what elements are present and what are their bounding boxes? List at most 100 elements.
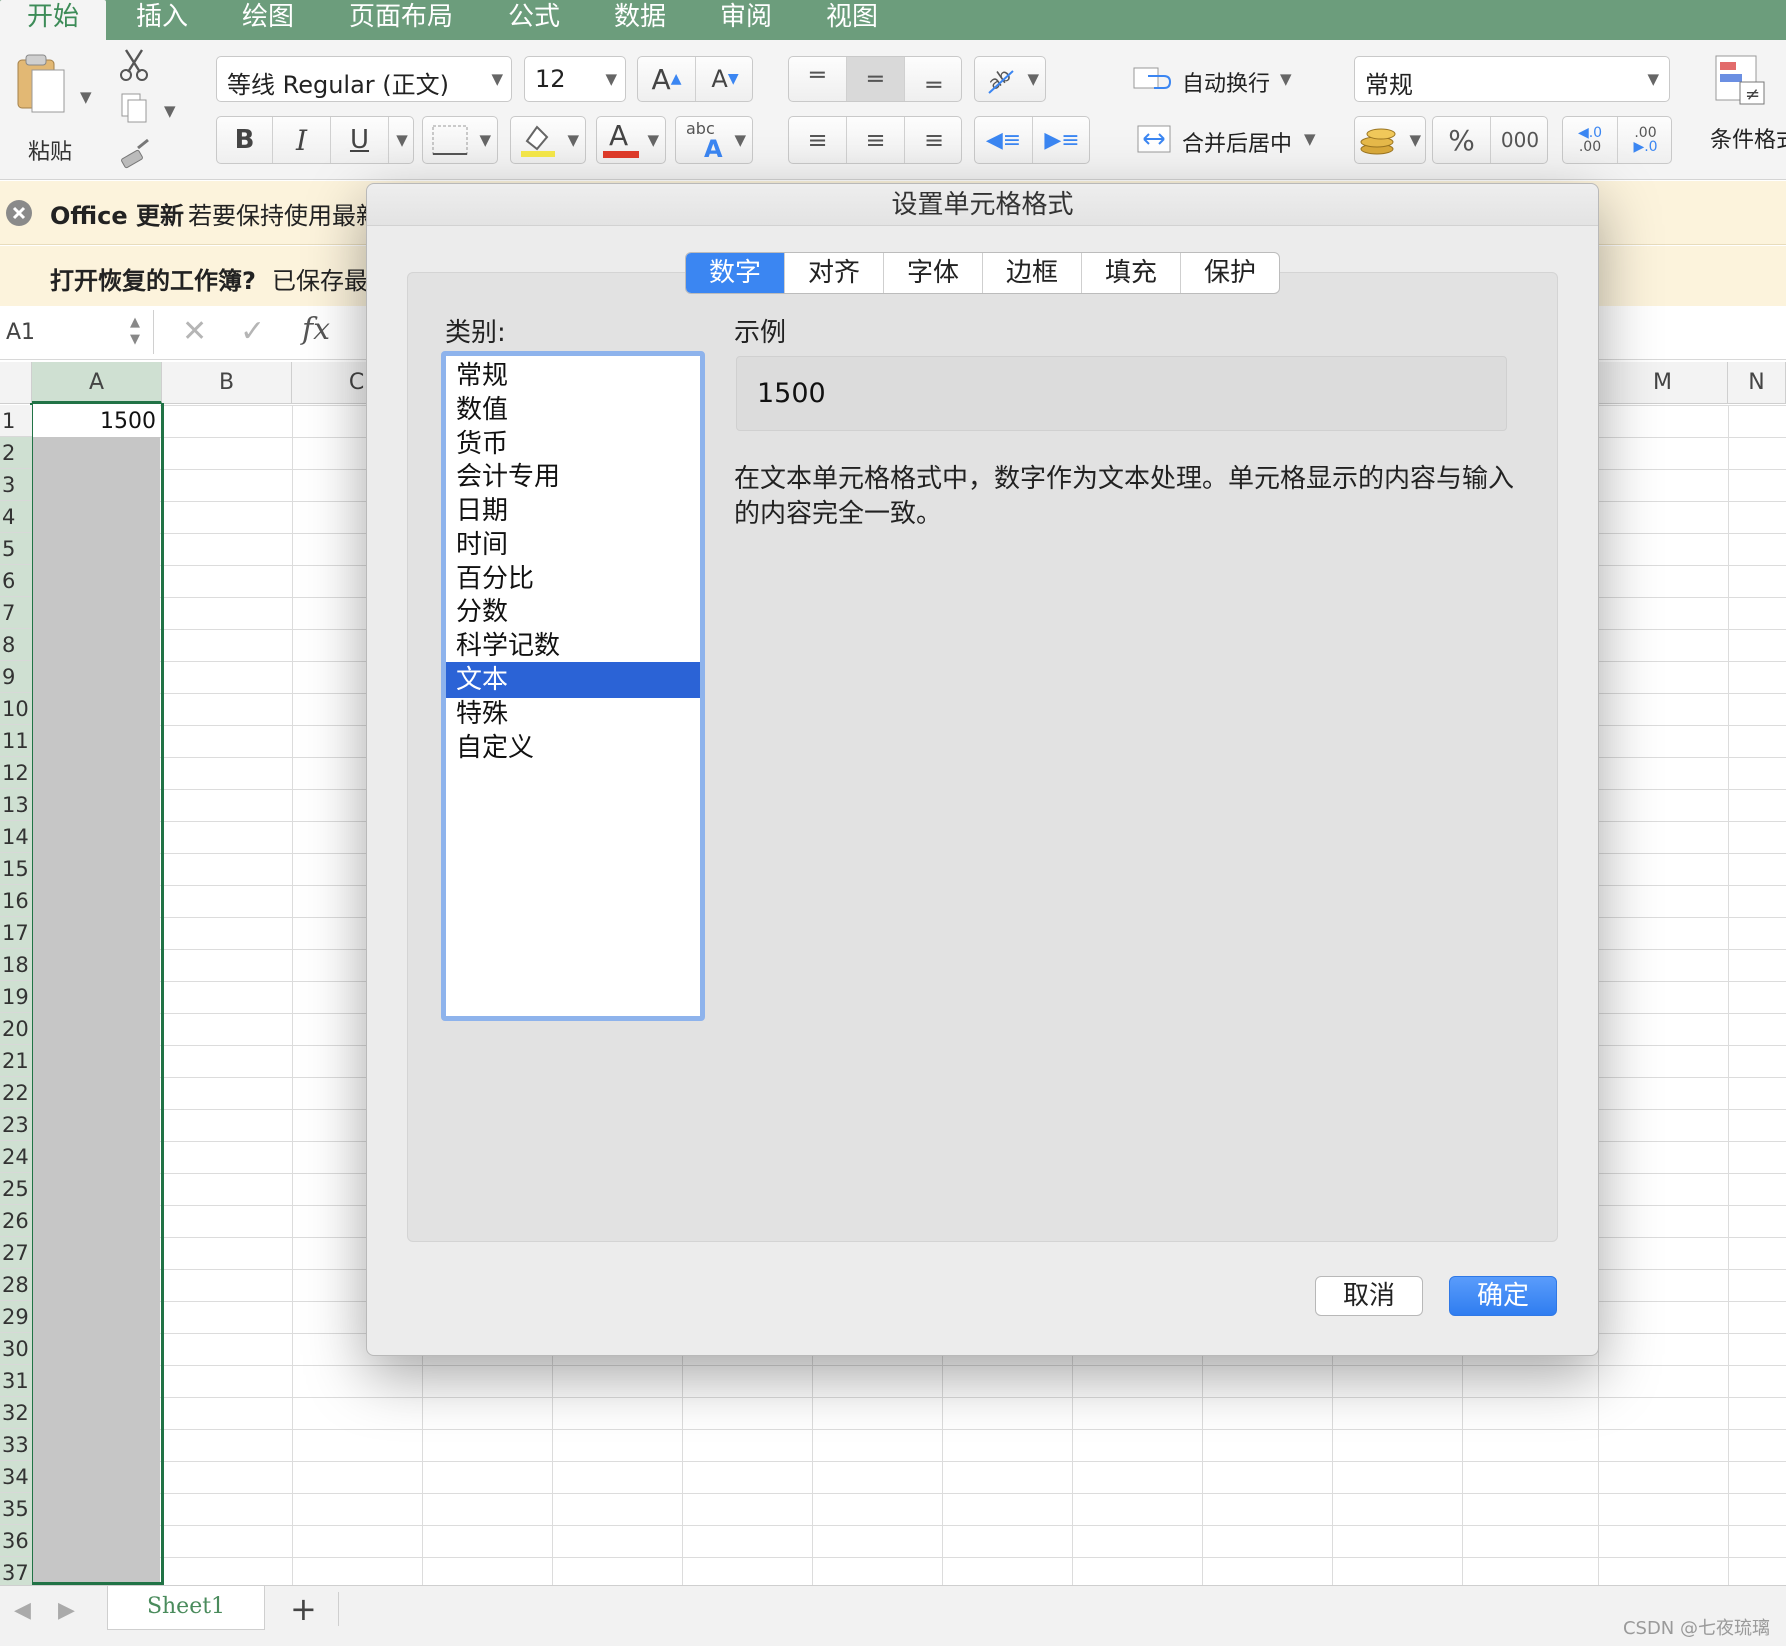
align-center-button[interactable]: ≡ bbox=[847, 117, 905, 163]
tab-view[interactable]: 视图 bbox=[802, 0, 902, 40]
decrease-decimal-button[interactable]: .00 ▶.0 bbox=[1618, 117, 1673, 163]
row-header[interactable]: 10 bbox=[0, 693, 32, 725]
row-header[interactable]: 34 bbox=[0, 1461, 32, 1493]
format-painter-icon[interactable] bbox=[118, 136, 152, 170]
decrease-font-size-button[interactable]: A ▼ bbox=[696, 57, 754, 101]
phonetic-button[interactable]: abc A ▼ bbox=[675, 116, 753, 164]
align-top-button[interactable]: ═ bbox=[789, 57, 847, 101]
row-header[interactable]: 32 bbox=[0, 1397, 32, 1429]
increase-decimal-button[interactable]: ◀.0.00 bbox=[1563, 117, 1618, 163]
tab-review[interactable]: 审阅 bbox=[696, 0, 796, 40]
paste-dropdown-icon[interactable]: ▼ bbox=[80, 88, 92, 106]
tab-formulas[interactable]: 公式 bbox=[484, 0, 584, 40]
copy-dropdown-icon[interactable]: ▼ bbox=[164, 102, 176, 120]
row-header[interactable]: 8 bbox=[0, 629, 32, 661]
align-middle-button[interactable]: ═ bbox=[847, 57, 905, 101]
tab-protection[interactable]: 保护 bbox=[1181, 253, 1279, 293]
prev-sheet-icon[interactable]: ◀ bbox=[14, 1598, 31, 1623]
row-header[interactable]: 15 bbox=[0, 853, 32, 885]
name-box-stepper-icon[interactable]: ▲ ▼ bbox=[130, 314, 140, 348]
row-header[interactable]: 5 bbox=[0, 533, 32, 565]
cancel-formula-icon[interactable]: ✕ bbox=[182, 314, 207, 349]
row-header[interactable]: 17 bbox=[0, 917, 32, 949]
row-header[interactable]: 22 bbox=[0, 1077, 32, 1109]
percent-style-button[interactable]: % bbox=[1433, 117, 1491, 163]
comma-style-button[interactable]: 000 bbox=[1491, 117, 1549, 163]
category-general[interactable]: 常规 bbox=[446, 358, 700, 394]
row-header[interactable]: 12 bbox=[0, 757, 32, 789]
category-number[interactable]: 数值 bbox=[446, 392, 700, 428]
row-header[interactable]: 19 bbox=[0, 981, 32, 1013]
category-percentage[interactable]: 百分比 bbox=[446, 561, 700, 597]
row-header[interactable]: 20 bbox=[0, 1013, 32, 1045]
align-right-button[interactable]: ≡ bbox=[905, 117, 963, 163]
accounting-format-button[interactable]: ▼ bbox=[1354, 116, 1426, 164]
row-header[interactable]: 30 bbox=[0, 1333, 32, 1365]
underline-dropdown-button[interactable]: ▼ bbox=[389, 117, 415, 163]
row-header[interactable]: 23 bbox=[0, 1109, 32, 1141]
row-header[interactable]: 29 bbox=[0, 1301, 32, 1333]
row-header[interactable]: 2 bbox=[0, 437, 32, 469]
borders-button[interactable]: ▼ bbox=[422, 116, 498, 164]
row-header[interactable]: 21 bbox=[0, 1045, 32, 1077]
column-header-b[interactable]: B bbox=[162, 362, 292, 404]
scissors-icon[interactable] bbox=[118, 48, 150, 82]
row-header[interactable]: 14 bbox=[0, 821, 32, 853]
tab-data[interactable]: 数据 bbox=[590, 0, 690, 40]
row-header[interactable]: 6 bbox=[0, 565, 32, 597]
category-scientific[interactable]: 科学记数 bbox=[446, 628, 700, 664]
tab-draw[interactable]: 绘图 bbox=[218, 0, 318, 40]
tab-insert[interactable]: 插入 bbox=[112, 0, 212, 40]
add-sheet-button[interactable]: + bbox=[290, 1590, 317, 1628]
ok-button[interactable]: 确定 bbox=[1449, 1276, 1557, 1316]
row-header[interactable]: 4 bbox=[0, 501, 32, 533]
row-header[interactable]: 13 bbox=[0, 789, 32, 821]
row-header[interactable]: 3 bbox=[0, 469, 32, 501]
column-header-a[interactable]: A bbox=[32, 362, 162, 404]
increase-indent-button[interactable]: ▶≡ bbox=[1033, 117, 1091, 163]
number-format-select[interactable]: 常规 ▼ bbox=[1354, 56, 1670, 102]
cancel-button[interactable]: 取消 bbox=[1315, 1276, 1423, 1316]
row-header[interactable]: 11 bbox=[0, 725, 32, 757]
font-size-select[interactable]: 12 ▼ bbox=[524, 56, 626, 102]
category-fraction[interactable]: 分数 bbox=[446, 594, 700, 630]
row-header[interactable]: 33 bbox=[0, 1429, 32, 1461]
row-header[interactable]: 35 bbox=[0, 1493, 32, 1525]
row-header[interactable]: 18 bbox=[0, 949, 32, 981]
row-header[interactable]: 26 bbox=[0, 1205, 32, 1237]
align-bottom-button[interactable]: ═ bbox=[905, 57, 963, 101]
confirm-formula-icon[interactable]: ✓ bbox=[240, 314, 265, 349]
underline-button[interactable]: U bbox=[331, 117, 389, 163]
category-special[interactable]: 特殊 bbox=[446, 696, 700, 732]
column-header-n[interactable]: N bbox=[1728, 362, 1786, 404]
category-time[interactable]: 时间 bbox=[446, 527, 700, 563]
insert-function-icon[interactable]: fx bbox=[302, 312, 330, 347]
conditional-format-button[interactable]: ≠ 条件格式 bbox=[1702, 52, 1786, 164]
tab-fill[interactable]: 填充 bbox=[1082, 253, 1181, 293]
copy-icon[interactable] bbox=[118, 92, 150, 126]
orientation-button[interactable]: ab ▼ bbox=[974, 56, 1046, 102]
sheet-tab-sheet1[interactable]: Sheet1 bbox=[107, 1586, 265, 1630]
category-date[interactable]: 日期 bbox=[446, 493, 700, 529]
bold-button[interactable]: B bbox=[217, 117, 273, 163]
row-header[interactable]: 9 bbox=[0, 661, 32, 693]
category-list[interactable]: 常规 数值 货币 会计专用 日期 时间 百分比 分数 科学记数 文本 特殊 自定… bbox=[441, 351, 705, 1021]
tab-font[interactable]: 字体 bbox=[884, 253, 983, 293]
font-name-select[interactable]: 等线 Regular (正文) ▼ bbox=[216, 56, 512, 102]
row-header[interactable]: 36 bbox=[0, 1525, 32, 1557]
increase-font-size-button[interactable]: A ▲ bbox=[638, 57, 696, 101]
row-header[interactable]: 7 bbox=[0, 597, 32, 629]
align-left-button[interactable]: ≡ bbox=[789, 117, 847, 163]
italic-button[interactable]: I bbox=[273, 117, 331, 163]
category-currency[interactable]: 货币 bbox=[446, 426, 700, 462]
select-all-corner[interactable] bbox=[0, 362, 32, 404]
tab-number[interactable]: 数字 bbox=[686, 253, 785, 293]
row-header[interactable]: 25 bbox=[0, 1173, 32, 1205]
fill-color-button[interactable]: ▼ bbox=[510, 116, 586, 164]
row-header[interactable]: 28 bbox=[0, 1269, 32, 1301]
category-custom[interactable]: 自定义 bbox=[446, 730, 700, 766]
paste-button[interactable]: ▼ 粘贴 bbox=[12, 52, 92, 165]
decrease-indent-button[interactable]: ◀≡ bbox=[975, 117, 1033, 163]
tab-home[interactable]: 开始 bbox=[0, 0, 106, 40]
tab-border[interactable]: 边框 bbox=[983, 253, 1082, 293]
